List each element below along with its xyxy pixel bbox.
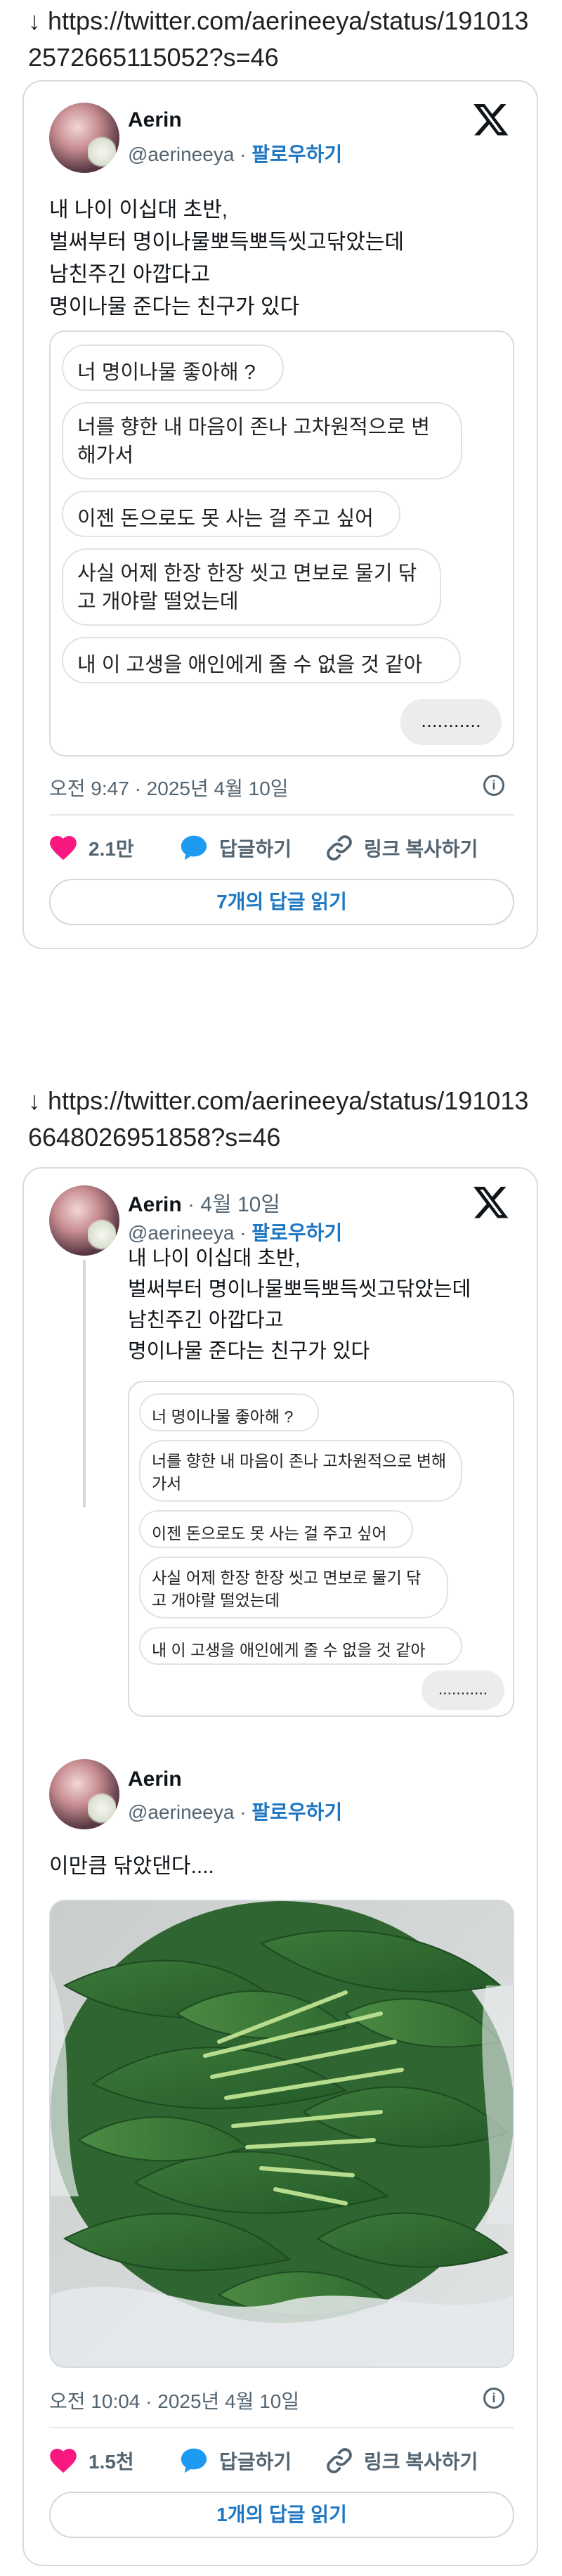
heart-icon [50,835,77,861]
chat-bubble: 이젠 돈으로도 못 사는 걸 주고 싶어 [139,1510,413,1548]
like-count: 2.1만 [89,838,134,860]
author-handle[interactable]: @aerineeya [128,1222,234,1244]
like-button[interactable]: 1.5천 [49,2447,134,2475]
copy-link-button[interactable]: 링크 복사하기 [326,2447,478,2475]
chat-bubble: 너 명이나물 좋아해 ? [139,1393,319,1431]
chat-bubble: 너를 향한 내 마음이 존나 고차원적으로 변해가서 [62,402,462,479]
chat-bubble-icon [181,835,207,861]
author-name[interactable]: Aerin [128,1193,182,1216]
copy-link-button[interactable]: 링크 복사하기 [326,834,478,862]
follow-button[interactable]: 팔로우하기 [251,1801,342,1823]
chat-reply-bubble: ........... [422,1670,504,1710]
avatar[interactable] [49,103,119,173]
chat-bubble: 이젠 돈으로도 못 사는 걸 주고 싶어 [62,491,400,537]
info-icon[interactable]: i [483,2388,504,2409]
quoted-tweet-text: 내 나이 이십대 초반, 벌써부터 명이나물뽀득뽀득씻고닦았는데 남친주긴 아깝… [128,1247,471,1363]
author-handle[interactable]: @aerineeya [128,1801,234,1823]
chat-reply-bubble: ........... [400,699,502,745]
greens-photo[interactable] [49,1900,514,2368]
post2-url[interactable]: ↓ https://twitter.com/aerineeya/status/1… [28,1083,541,1156]
quoted-author-line: Aerin · 4월 10일 [128,1187,280,1218]
author-name[interactable]: Aerin [128,108,182,132]
post-date[interactable]: · 4월 10일 [182,1193,280,1216]
chat-bubble: 사실 어제 한장 한장 씻고 면보로 물기 닦고 개야랄 떨었는데 [139,1557,448,1618]
divider [49,2427,514,2428]
reply-label: 답글하기 [219,838,292,860]
read-replies-button[interactable]: 1개의 답글 읽기 [49,2492,514,2538]
copy-link-label: 링크 복사하기 [364,2451,478,2473]
author-name[interactable]: Aerin [128,1767,182,1791]
read-replies-button[interactable]: 7개의 답글 읽기 [49,879,514,925]
reply-button[interactable]: 답글하기 [180,2447,292,2475]
post1-card: Aerin @aerineeya · 팔로우하기 내 나이 이십대 초반, 벌써… [22,80,538,949]
reply-button[interactable]: 답글하기 [180,834,292,862]
reply-label: 답글하기 [219,2451,292,2473]
tweet-text: 이만큼 닦았댄다.... [49,1855,214,1878]
download-arrow-icon: ↓ [28,1086,41,1115]
chat-bubble: 내 이 고생을 애인에게 줄 수 없을 것 같아 [139,1627,462,1665]
author-handle[interactable]: @aerineeya [128,143,234,165]
follow-button[interactable]: 팔로우하기 [251,1222,342,1244]
author-handle-line: @aerineeya · 팔로우하기 [128,143,343,165]
timestamp[interactable]: 오전 10:04 · 2025년 4월 10일 [49,2386,299,2414]
like-count: 1.5천 [89,2451,134,2473]
tweet-text: 내 나이 이십대 초반, 벌써부터 명이나물뽀득뽀득씻고닦았는데 남친주긴 아깝… [49,198,405,318]
heart-icon [50,2448,77,2473]
post2-url-text[interactable]: https://twitter.com/aerineeya/status/191… [28,1086,528,1152]
x-logo-icon[interactable] [473,104,510,136]
author-handle-line: @aerineeya · 팔로우하기 [128,1801,343,1823]
thread-line [83,1260,86,1507]
info-icon[interactable]: i [483,775,504,796]
author-handle-line: @aerineeya · 팔로우하기 [128,1222,343,1244]
link-icon [327,835,352,861]
post1-url-text[interactable]: https://twitter.com/aerineeya/status/191… [28,6,528,72]
like-button[interactable]: 2.1만 [49,834,134,862]
chat-bubble: 너 명이나물 좋아해 ? [62,344,284,391]
avatar[interactable] [49,1185,119,1256]
chat-bubble: 내 이 고생을 애인에게 줄 수 없을 것 같아 [62,637,461,683]
post2-card: Aerin · 4월 10일 @aerineeya · 팔로우하기 내 나이 이… [22,1167,538,2566]
avatar[interactable] [49,1759,119,1829]
chat-screenshot[interactable]: 너 명이나물 좋아해 ? 너를 향한 내 마음이 존나 고차원적으로 변해가서 … [49,330,514,756]
link-icon [327,2448,352,2473]
copy-link-label: 링크 복사하기 [364,838,478,860]
divider [49,814,514,816]
chat-bubble: 사실 어제 한장 한장 씻고 면보로 물기 닦고 개야랄 떨었는데 [62,548,441,626]
follow-button[interactable]: 팔로우하기 [251,143,342,165]
post1-url[interactable]: ↓ https://twitter.com/aerineeya/status/1… [28,3,541,76]
chat-bubble: 너를 향한 내 마음이 존나 고차원적으로 변해가서 [139,1440,462,1502]
x-logo-icon[interactable] [473,1187,510,1219]
download-arrow-icon: ↓ [28,6,41,35]
quoted-chat-screenshot[interactable]: 너 명이나물 좋아해 ? 너를 향한 내 마음이 존나 고차원적으로 변해가서 … [128,1381,514,1717]
wild-garlic-leaves-image [51,1901,513,2366]
chat-bubble-icon [181,2448,207,2473]
timestamp[interactable]: 오전 9:47 · 2025년 4월 10일 [49,773,289,801]
